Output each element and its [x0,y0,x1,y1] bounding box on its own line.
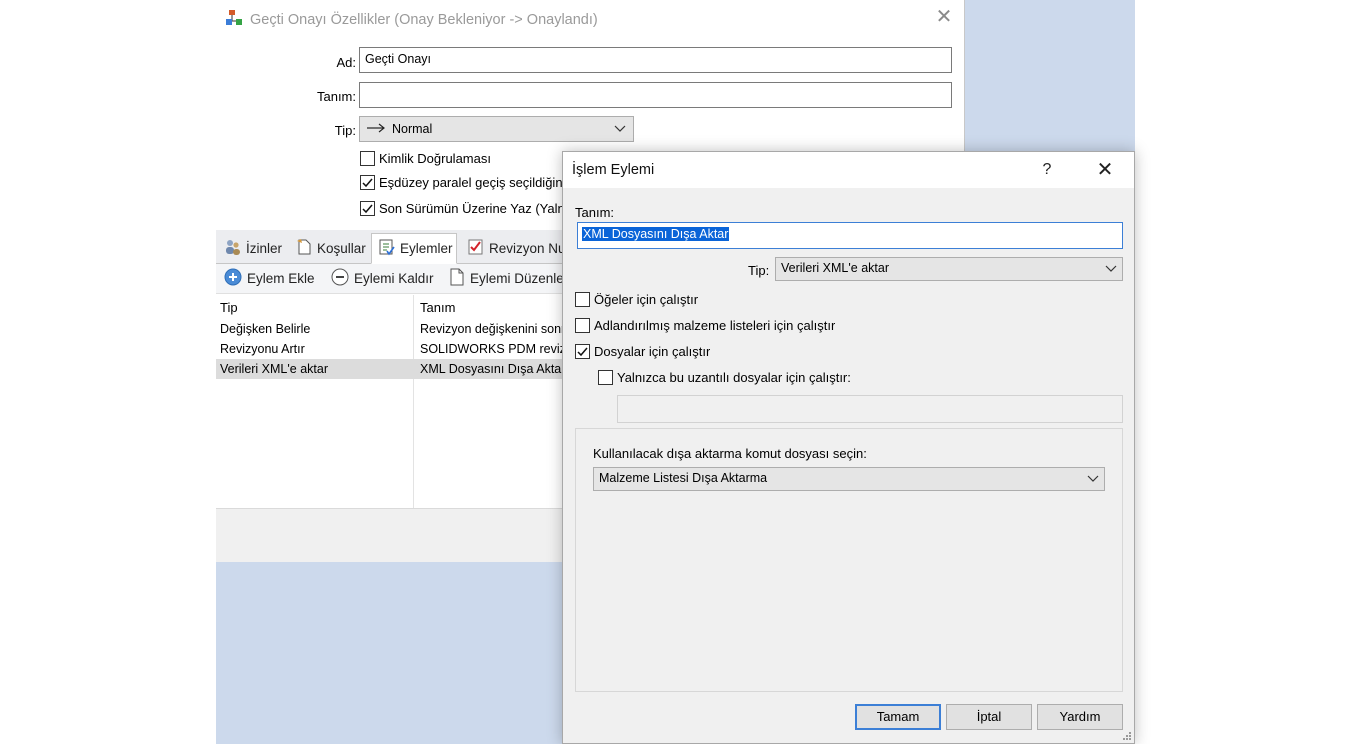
remove-circle-icon [331,268,349,289]
export-script-group: Kullanılacak dışa aktarma komut dosyası … [575,428,1123,692]
transition-action-dialog: İşlem Eylemi ? ✕ Tanım: XML Dosyasını Dı… [562,151,1135,744]
export-script-dropdown[interactable]: Malzeme Listesi Dışa Aktarma [593,467,1105,491]
checkbox-label: Adlandırılmış malzeme listeleri için çal… [594,318,836,333]
export-script-value: Malzeme Listesi Dışa Aktarma [599,471,768,485]
cell-description: Revizyon değişkenini sonr [420,322,566,336]
extensions-field[interactable] [617,395,1123,423]
checkbox-only-extensions[interactable]: Yalnızca bu uzantılı dosyalar için çalış… [598,370,851,385]
dialog-help-button[interactable]: Yardım [1037,704,1123,730]
dialog-close-button[interactable]: ✕ [1093,158,1117,182]
tab-conditions[interactable]: Koşullar [289,233,372,263]
checkbox-box[interactable] [360,175,375,190]
cell-type: Revizyonu Artır [220,342,305,356]
cancel-button[interactable]: İptal [946,704,1032,730]
checkbox-label: Öğeler için çalıştır [594,292,699,307]
resize-grip-icon[interactable] [1122,731,1132,741]
selected-text: XML Dosyasını Dışa Aktar [582,227,730,241]
chevron-down-icon [1087,475,1099,482]
checkbox-overwrite-last-version[interactable]: Son Sürümün Üzerine Yaz (Yalnızca [360,201,565,216]
checkbox-label: Son Sürümün Üzerine Yaz (Yalnızca [379,201,565,216]
toolbar-label: Eylem Ekle [247,271,315,286]
description-label: Tanım: [575,205,615,220]
type-value: Normal [392,122,433,136]
users-icon [224,238,242,259]
add-action-button[interactable]: Eylem Ekle [224,268,315,289]
description-input[interactable]: XML Dosyasını Dışa Aktar [577,222,1123,249]
cell-type: Değişken Belirle [220,322,311,336]
checkbox-box[interactable] [360,151,375,166]
cell-description: SOLIDWORKS PDM revizy [420,342,573,356]
type-dropdown[interactable]: Normal [359,116,634,142]
checkbox-box[interactable] [575,344,590,359]
checkbox-run-for-files[interactable]: Dosyalar için çalıştır [575,344,710,359]
document-icon [449,268,465,289]
checkbox-box[interactable] [360,201,375,216]
toolbar-label: Eylemi Kaldır [354,271,434,286]
action-type-dropdown[interactable]: Verileri XML'e aktar [775,257,1123,281]
cell-type: Verileri XML'e aktar [220,362,328,376]
chevron-down-icon [614,125,626,132]
chevron-down-icon [1105,265,1117,272]
name-field[interactable]: Geçti Onayı [359,47,952,73]
add-circle-icon [224,268,242,289]
checkmark-icon [362,204,373,214]
checkbox-box[interactable] [575,318,590,333]
cell-description: XML Dosyasını Dışa Aktar [420,362,566,376]
checkbox-box[interactable] [598,370,613,385]
checkbox-run-for-named-boms[interactable]: Adlandırılmış malzeme listeleri için çal… [575,318,835,333]
type-label: Tip: [748,263,770,278]
column-header-type[interactable]: Tip [220,300,238,315]
description-field[interactable] [359,82,952,108]
arrow-right-icon [366,122,386,136]
checkbox-box[interactable] [575,292,590,307]
checkbox-parallel-transition[interactable]: Eşdüzey paralel geçiş seçildiğinde [360,175,565,190]
checkbox-authentication[interactable]: Kimlik Doğrulaması [360,151,565,166]
checkbox-label: Eşdüzey paralel geçiş seçildiğinde [379,175,565,190]
screen: Geçti Onayı Özellikler (Onay Bekleniyor … [0,0,1350,744]
toolbar-label: Eylemi Düzenle [470,271,564,286]
workflow-transition-icon [224,9,244,31]
checkbox-run-for-items[interactable]: Öğeler için çalıştır [575,292,698,307]
tab-actions[interactable]: Eylemler [371,233,457,264]
checklist-icon [378,238,396,259]
checkbox-label: Kimlik Doğrulaması [379,151,491,166]
export-script-label: Kullanılacak dışa aktarma komut dosyası … [593,446,867,461]
help-button[interactable]: ? [1035,158,1059,182]
tab-label: Koşullar [317,240,366,256]
tab-label: Eylemler [400,241,453,256]
checkmark-icon [577,347,588,357]
tab-label: Revizyon Nu [489,240,566,256]
name-label: Ad: [336,55,356,70]
red-check-icon [467,238,485,259]
document-hand-icon [295,238,313,259]
ok-button[interactable]: Tamam [855,704,941,730]
action-type-value: Verileri XML'e aktar [781,261,889,275]
window-title: Geçti Onayı Özellikler (Onay Bekleniyor … [224,9,598,31]
checkbox-label: Dosyalar için çalıştır [594,344,711,359]
window-title-text: Geçti Onayı Özellikler (Onay Bekleniyor … [250,12,598,28]
description-label: Tanım: [316,89,356,104]
tab-label: İzinler [246,240,283,256]
remove-action-button[interactable]: Eylemi Kaldır [331,268,434,289]
close-button[interactable]: ✕ [932,6,956,28]
tab-permissions[interactable]: İzinler [218,233,288,263]
dialog-titlebar: İşlem Eylemi ? ✕ [563,152,1134,188]
checkbox-label: Yalnızca bu uzantılı dosyalar için çalış… [617,370,851,385]
checkmark-icon [362,178,373,188]
tab-revision-number[interactable]: Revizyon Nu [461,233,572,263]
dialog-title: İşlem Eylemi [572,162,655,178]
column-header-description[interactable]: Tanım [420,300,455,315]
type-label: Tip: [334,123,356,138]
edit-action-button[interactable]: Eylemi Düzenle [449,268,564,289]
